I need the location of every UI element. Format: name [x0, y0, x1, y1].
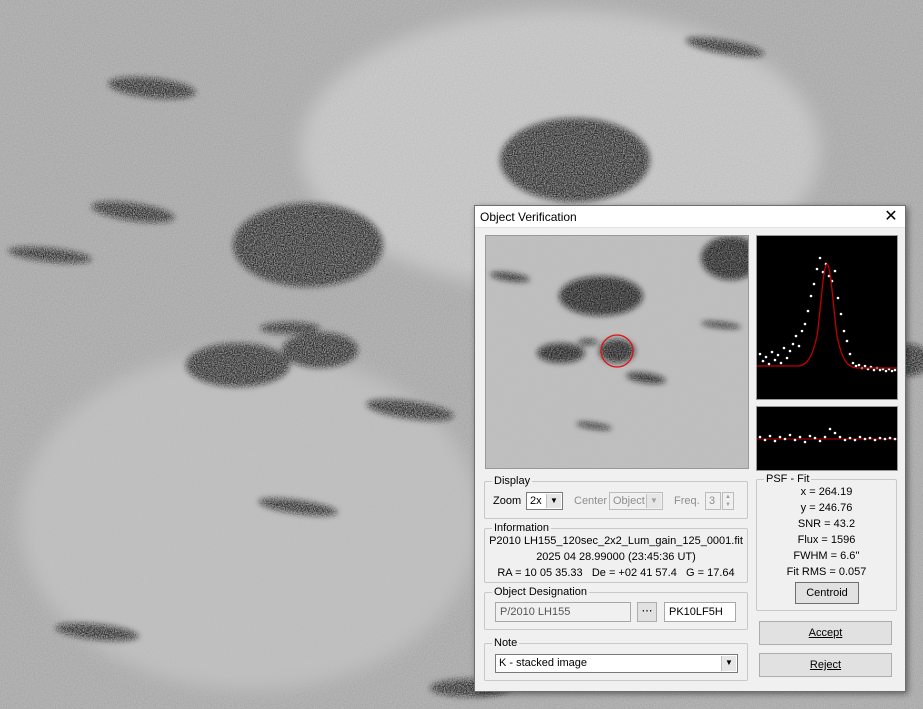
filename-text: P2010 LH155_120sec_2x2_Lum_gain_125_0001… [489, 535, 743, 547]
psf-x-value: x = 264.19 [800, 486, 853, 498]
object-designation-group: Object Designation P/2010 LH155 ⋯ PK10LF… [484, 586, 748, 630]
psf-fit-group: PSF - Fit x = 264.19 y = 246.76 SNR = 43… [756, 473, 897, 611]
object-verification-dialog: Object Verification ✕ Display Zoom 2x ▼ … [474, 205, 906, 692]
note-select[interactable]: K - stacked image ▼ [495, 654, 738, 673]
chevron-down-icon: ▼ [721, 656, 736, 671]
psf-fwhm-value: FWHM = 6.6'' [793, 550, 860, 562]
zoom-value: 2x [530, 495, 542, 507]
object-thumbnail-image[interactable] [485, 235, 749, 469]
coordinates-text: RA = 10 05 35.33 De = +02 41 57.4 G = 17… [497, 567, 735, 579]
freq-label: Freq. [674, 495, 700, 507]
ellipsis-icon: ⋯ [641, 605, 653, 617]
psf-rms-value: Fit RMS = 0.057 [786, 566, 867, 578]
reject-button[interactable]: Reject [759, 653, 892, 677]
freq-input[interactable]: 3 [705, 492, 721, 510]
note-value: K - stacked image [499, 657, 588, 669]
designation-name-field[interactable]: P/2010 LH155 [495, 602, 631, 622]
note-legend: Note [492, 637, 520, 649]
browse-button[interactable]: ⋯ [637, 602, 657, 622]
note-group: Note K - stacked image ▼ [484, 637, 748, 681]
zoom-select[interactable]: 2x ▼ [526, 492, 563, 510]
display-group: Display Zoom 2x ▼ Center Object ▼ Freq. … [484, 475, 748, 519]
psf-residual-plot [756, 406, 898, 471]
dialog-title: Object Verification [480, 210, 577, 224]
psf-flux-value: Flux = 1596 [797, 534, 856, 546]
zoom-label: Zoom [493, 495, 522, 507]
title-bar[interactable]: Object Verification ✕ [475, 206, 905, 228]
psf-snr-value: SNR = 43.2 [797, 518, 856, 530]
psf-profile-plot [756, 235, 898, 400]
center-select[interactable]: Object ▼ [609, 492, 663, 510]
psf-y-value: y = 246.76 [800, 502, 853, 514]
information-legend: Information [492, 522, 552, 534]
display-legend: Display [492, 475, 533, 487]
center-label: Center [574, 495, 608, 507]
psf-fit-legend: PSF - Fit [764, 473, 812, 485]
freq-spinner[interactable]: ▲ ▼ [722, 492, 734, 510]
close-icon[interactable]: ✕ [877, 206, 905, 227]
centroid-button[interactable]: Centroid [795, 582, 859, 604]
freq-value: 3 [709, 495, 716, 507]
datetime-text: 2025 04 28.99000 (23:45:36 UT) [536, 551, 696, 563]
accept-button[interactable]: Accept [759, 621, 892, 645]
information-group: Information P2010 LH155_120sec_2x2_Lum_g… [484, 522, 748, 583]
object-designation-legend: Object Designation [492, 586, 589, 598]
chevron-down-icon: ▼ [546, 494, 561, 508]
center-value: Object [613, 495, 645, 507]
chevron-down-icon: ▼ [646, 494, 661, 508]
designation-code-field[interactable]: PK10LF5H [664, 602, 736, 622]
